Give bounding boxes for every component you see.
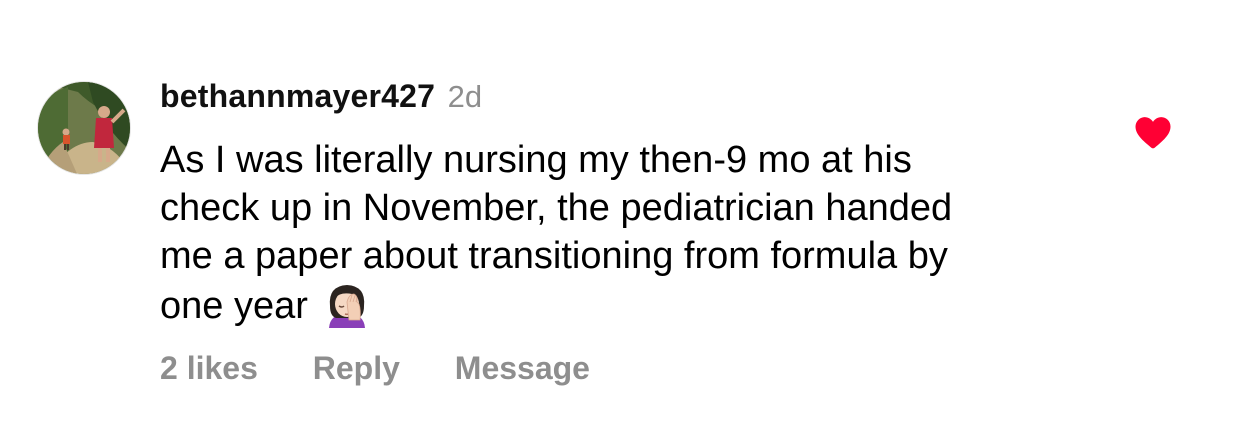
- heart-icon: [1135, 117, 1171, 149]
- avatar[interactable]: [37, 81, 131, 175]
- comment-item: bethannmayer427 2d As I was literally nu…: [0, 0, 1242, 434]
- timestamp: 2d: [447, 79, 483, 114]
- comment-actions: 2 likes Reply Message: [160, 350, 636, 387]
- comment-text-line: me a paper about transitioning from form…: [160, 235, 948, 277]
- comment-text-line-last: one year: [160, 280, 1090, 330]
- likes-count-button[interactable]: 2 likes: [160, 350, 258, 387]
- comment-text-line: check up in November, the pediatrician h…: [160, 187, 953, 229]
- like-button[interactable]: [1133, 113, 1173, 153]
- comment-header: bethannmayer427 2d: [160, 78, 482, 122]
- username-link[interactable]: bethannmayer427: [160, 78, 435, 114]
- comment-text-line: As I was literally nursing my then-9 mo …: [160, 139, 912, 181]
- comment-text-fragment: one year: [160, 285, 308, 327]
- reply-button[interactable]: Reply: [313, 350, 400, 387]
- comment-text: As I was literally nursing my then-9 mo …: [160, 136, 1090, 330]
- woman-facepalming-icon: [322, 280, 372, 330]
- message-button[interactable]: Message: [455, 350, 590, 387]
